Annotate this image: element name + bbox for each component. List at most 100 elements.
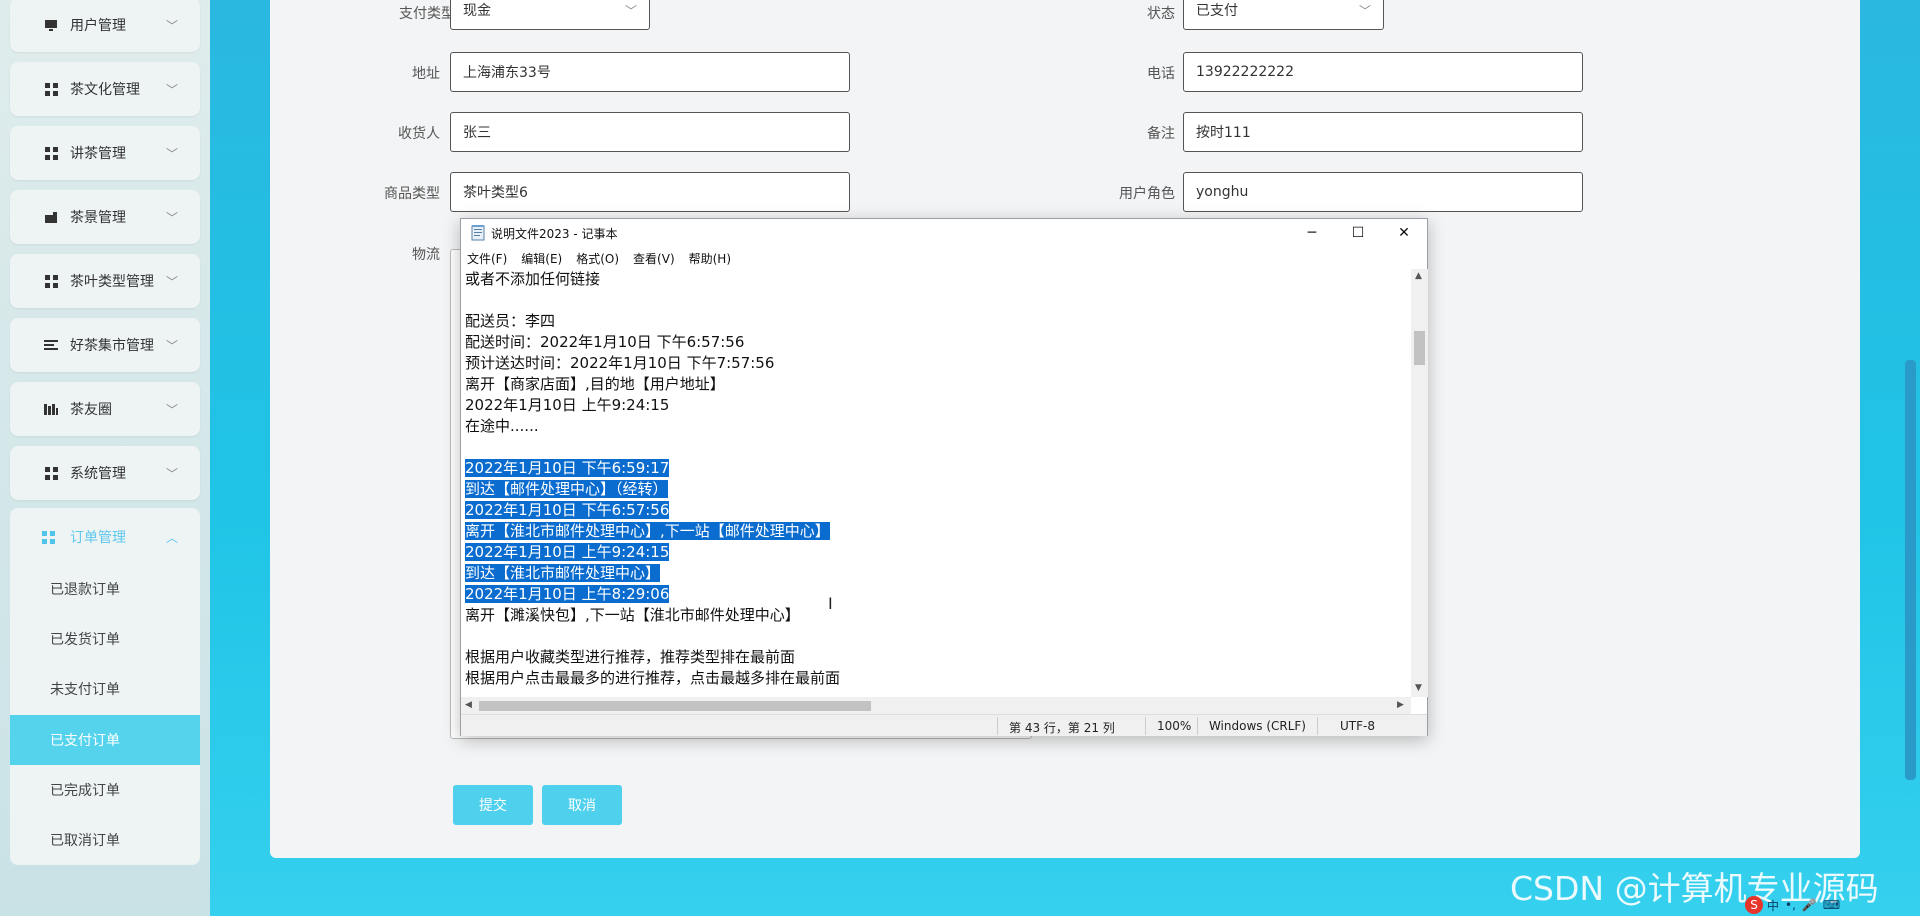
- text-cursor-icon: I: [828, 594, 833, 613]
- chevron-down-icon: ﹀: [165, 210, 178, 225]
- notepad-line: [465, 626, 1411, 647]
- vertical-scroll-thumb[interactable]: [1414, 331, 1425, 365]
- menu-format[interactable]: 格式(O): [576, 250, 619, 267]
- notepad-line: 在途中......: [465, 416, 1411, 437]
- line-text: 离开【濉溪快包】,下一站【淮北市邮件处理中心】: [465, 606, 800, 624]
- notepad-window[interactable]: 说明文件2023 - 记事本 ─ ☐ ✕ 文件(F) 编辑(E) 格式(O) 查…: [460, 218, 1428, 736]
- sidebar-item-label: 订单管理: [70, 530, 126, 546]
- address-input[interactable]: 上海浦东33号: [450, 52, 850, 92]
- sidebar-subitem-shipped[interactable]: 已发货订单: [10, 614, 200, 664]
- status-separator: [997, 717, 998, 735]
- chart-icon: [42, 403, 60, 416]
- cancel-button[interactable]: 取消: [542, 785, 622, 825]
- monitor-icon: [42, 19, 60, 32]
- notepad-line: [465, 437, 1411, 458]
- microphone-icon[interactable]: 🎤: [1802, 898, 1817, 912]
- notepad-line: 2022年1月10日 上午8:29:06: [465, 584, 1411, 605]
- notepad-line: 2022年1月10日 上午9:24:15: [465, 542, 1411, 563]
- menu-view[interactable]: 查看(V): [633, 250, 675, 267]
- selected-text: 离开【淮北市邮件处理中心】,下一站【邮件处理中心】: [465, 522, 830, 540]
- maximize-button[interactable]: ☐: [1335, 219, 1381, 247]
- minimize-button[interactable]: ─: [1289, 219, 1335, 247]
- receiver-input[interactable]: 张三: [450, 112, 850, 152]
- chevron-down-icon: ﹀: [165, 18, 178, 33]
- sidebar-subitem-refunded[interactable]: 已退款订单: [10, 564, 200, 614]
- user-role-input[interactable]: yonghu: [1183, 172, 1583, 212]
- keyboard-icon[interactable]: ⌨: [1823, 898, 1840, 912]
- page-scrollbar[interactable]: [1905, 360, 1916, 780]
- menu-file[interactable]: 文件(F): [467, 250, 507, 267]
- punctuation-icon[interactable]: •,: [1785, 898, 1796, 912]
- status-select[interactable]: 已支付 ﹀: [1183, 0, 1384, 30]
- status-label: 状态: [1147, 6, 1175, 22]
- phone-input[interactable]: 13922222222: [1183, 52, 1583, 92]
- scroll-down-icon[interactable]: ▼: [1415, 683, 1422, 693]
- line-text: 2022年1月10日 上午9:24:15: [465, 396, 670, 414]
- notepad-horizontal-scrollbar[interactable]: ◀ ▶: [461, 697, 1411, 714]
- sidebar-subitem-cancelled[interactable]: 已取消订单: [10, 815, 200, 865]
- menu-edit[interactable]: 编辑(E): [521, 250, 562, 267]
- notepad-line: 2022年1月10日 下午6:59:17: [465, 458, 1411, 479]
- sidebar-item-orders[interactable]: 订单管理 ︿: [10, 508, 200, 566]
- sidebar-subitem-unpaid[interactable]: 未支付订单: [10, 664, 200, 714]
- sidebar-item-tea-friends[interactable]: 茶友圈 ﹀: [10, 382, 200, 436]
- line-ending: Windows (CRLF): [1208, 719, 1306, 733]
- sidebar-item-tea-talk[interactable]: 讲茶管理 ﹀: [10, 126, 200, 180]
- grid-icon: [42, 82, 60, 96]
- sidebar-subitem-paid[interactable]: 已支付订单: [10, 715, 200, 765]
- sidebar-item-system[interactable]: 系统管理 ﹀: [10, 446, 200, 500]
- grid-icon: [42, 146, 60, 160]
- sidebar: 用户管理 ﹀ 茶文化管理 ﹀ 讲茶管理 ﹀ 茶景管理 ﹀ 茶叶类型管理 ﹀ 好茶…: [0, 0, 210, 916]
- receiver-label: 收货人: [398, 126, 440, 142]
- system-tray: S 中 •, 🎤 ⌨: [1745, 896, 1846, 914]
- sidebar-item-tea-type[interactable]: 茶叶类型管理 ﹀: [10, 254, 200, 308]
- sidebar-item-tea-market[interactable]: 好茶集市管理 ﹀: [10, 318, 200, 372]
- ime-logo-icon[interactable]: S: [1745, 896, 1763, 914]
- scroll-up-icon[interactable]: ▲: [1415, 271, 1422, 281]
- scroll-left-icon[interactable]: ◀: [465, 700, 472, 710]
- remark-label: 备注: [1147, 126, 1175, 142]
- line-text: 根据用户点击最最多的进行推荐，点击最越多排在最前面: [465, 669, 841, 687]
- sidebar-subitem-completed[interactable]: 已完成订单: [10, 765, 200, 815]
- line-text: 或者不添加任何链接: [465, 270, 601, 288]
- notepad-icon: [471, 225, 485, 241]
- notepad-statusbar: 第 43 行，第 21 列 100% Windows (CRLF) UTF-8: [461, 714, 1427, 736]
- notepad-line: 根据用户收藏类型进行推荐，推荐类型排在最前面: [465, 647, 1411, 668]
- close-button[interactable]: ✕: [1381, 219, 1427, 247]
- notepad-line: 预计送达时间：2022年1月10日 下午7:57:56: [465, 353, 1411, 374]
- address-label: 地址: [412, 66, 440, 82]
- list-icon: [42, 339, 60, 351]
- line-text: 在途中......: [465, 417, 539, 435]
- notepad-line: 配送员：李四: [465, 311, 1411, 332]
- grid-icon: [42, 466, 60, 480]
- product-type-input[interactable]: 茶叶类型6: [450, 172, 850, 212]
- notepad-text-area[interactable]: 或者不添加任何链接配送员：李四 配送时间：2022年1月10日 下午6:57:56…: [461, 269, 1411, 697]
- sidebar-item-tea-scenery[interactable]: 茶景管理 ﹀: [10, 190, 200, 244]
- logistics-label: 物流: [412, 247, 440, 263]
- chevron-down-icon: ﹀: [165, 146, 178, 161]
- building-icon: [42, 211, 60, 224]
- notepad-menubar: 文件(F) 编辑(E) 格式(O) 查看(V) 帮助(H): [461, 247, 1427, 269]
- horizontal-scroll-thumb[interactable]: [479, 701, 871, 711]
- ime-mode[interactable]: 中: [1767, 897, 1779, 914]
- scroll-right-icon[interactable]: ▶: [1397, 700, 1404, 710]
- menu-help[interactable]: 帮助(H): [689, 250, 731, 267]
- pay-type-select[interactable]: 现金 ﹀: [450, 0, 650, 30]
- notepad-title: 说明文件2023 - 记事本: [491, 226, 618, 241]
- notepad-line: 配送时间：2022年1月10日 下午6:57:56: [465, 332, 1411, 353]
- chevron-down-icon: ﹀: [165, 338, 178, 353]
- sidebar-item-user-management[interactable]: 用户管理 ﹀: [10, 0, 200, 52]
- sidebar-item-tea-culture[interactable]: 茶文化管理 ﹀: [10, 62, 200, 116]
- chevron-up-icon: ︿: [165, 530, 178, 545]
- sidebar-item-label: 茶叶类型管理: [70, 274, 154, 290]
- line-text: 离开【商家店面】,目的地【用户地址】: [465, 375, 725, 393]
- user-role-label: 用户角色: [1119, 186, 1175, 202]
- notepad-titlebar[interactable]: 说明文件2023 - 记事本 ─ ☐ ✕: [461, 219, 1427, 247]
- sidebar-item-label: 茶文化管理: [70, 82, 140, 98]
- chevron-down-icon: ﹀: [165, 466, 178, 481]
- sidebar-group-orders: 订单管理 ︿ 已退款订单 已发货订单 未支付订单 已支付订单 已完成订单 已取消…: [10, 508, 200, 865]
- remark-input[interactable]: 按时111: [1183, 112, 1583, 152]
- submit-button[interactable]: 提交: [453, 785, 533, 825]
- notepad-vertical-scrollbar[interactable]: ▲ ▼: [1411, 269, 1428, 697]
- chevron-down-icon: ﹀: [165, 402, 178, 417]
